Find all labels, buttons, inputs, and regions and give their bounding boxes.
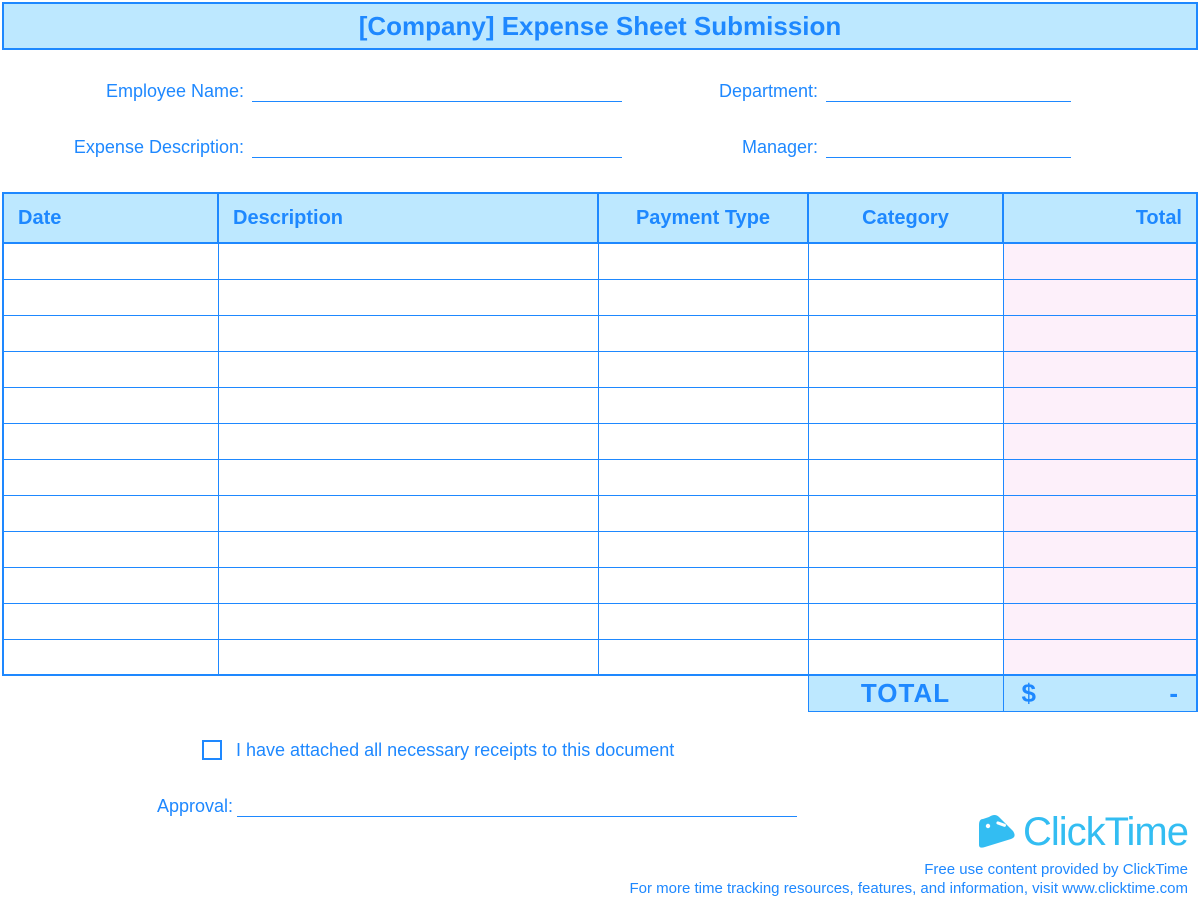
cell-total[interactable] — [1003, 423, 1197, 459]
cell-total[interactable] — [1003, 351, 1197, 387]
clicktime-icon — [977, 815, 1017, 849]
cell-payment_type[interactable] — [598, 603, 808, 639]
cell-category[interactable] — [808, 567, 1003, 603]
grand-total-value: $ - — [1003, 675, 1197, 711]
employee-name-input[interactable] — [252, 80, 622, 102]
table-row — [3, 315, 1197, 351]
cell-description[interactable] — [218, 495, 598, 531]
footer: ClickTime Free use content provided by C… — [629, 810, 1188, 897]
cell-date[interactable] — [3, 243, 218, 279]
page-title: [Company] Expense Sheet Submission — [2, 2, 1198, 50]
cell-date[interactable] — [3, 279, 218, 315]
cell-payment_type[interactable] — [598, 459, 808, 495]
cell-total[interactable] — [1003, 279, 1197, 315]
cell-payment_type[interactable] — [598, 279, 808, 315]
table-row — [3, 603, 1197, 639]
cell-total[interactable] — [1003, 603, 1197, 639]
table-row — [3, 279, 1197, 315]
cell-total[interactable] — [1003, 315, 1197, 351]
table-row — [3, 567, 1197, 603]
department-label: Department: — [702, 81, 822, 102]
table-row — [3, 639, 1197, 675]
cell-payment_type[interactable] — [598, 495, 808, 531]
brand-logo: ClickTime — [629, 810, 1188, 855]
expense-table: Date Description Payment Type Category T… — [2, 192, 1198, 712]
receipts-label: I have attached all necessary receipts t… — [236, 740, 674, 761]
footer-line-2: For more time tracking resources, featur… — [629, 880, 1188, 897]
table-row — [3, 243, 1197, 279]
cell-date[interactable] — [3, 315, 218, 351]
cell-date[interactable] — [3, 459, 218, 495]
cell-category[interactable] — [808, 423, 1003, 459]
cell-category[interactable] — [808, 315, 1003, 351]
col-category: Category — [808, 193, 1003, 243]
cell-category[interactable] — [808, 243, 1003, 279]
cell-description[interactable] — [218, 531, 598, 567]
grand-total-label: TOTAL — [808, 675, 1003, 711]
cell-date[interactable] — [3, 567, 218, 603]
cell-payment_type[interactable] — [598, 351, 808, 387]
header-fields: Employee Name: Department: Expense Descr… — [2, 50, 1198, 192]
cell-description[interactable] — [218, 639, 598, 675]
col-description: Description — [218, 193, 598, 243]
cell-payment_type[interactable] — [598, 567, 808, 603]
cell-description[interactable] — [218, 387, 598, 423]
cell-description[interactable] — [218, 423, 598, 459]
cell-description[interactable] — [218, 459, 598, 495]
col-date: Date — [3, 193, 218, 243]
expense-desc-label: Expense Description: — [33, 137, 248, 158]
table-row — [3, 459, 1197, 495]
table-row — [3, 423, 1197, 459]
manager-input[interactable] — [826, 136, 1071, 158]
table-row — [3, 495, 1197, 531]
col-total: Total — [1003, 193, 1197, 243]
cell-payment_type[interactable] — [598, 315, 808, 351]
cell-category[interactable] — [808, 495, 1003, 531]
receipts-checkbox[interactable] — [202, 740, 222, 760]
cell-description[interactable] — [218, 567, 598, 603]
cell-payment_type[interactable] — [598, 243, 808, 279]
cell-category[interactable] — [808, 639, 1003, 675]
table-row — [3, 351, 1197, 387]
cell-description[interactable] — [218, 279, 598, 315]
department-input[interactable] — [826, 80, 1071, 102]
brand-name: ClickTime — [1023, 810, 1188, 855]
cell-date[interactable] — [3, 423, 218, 459]
cell-date[interactable] — [3, 495, 218, 531]
expense-desc-input[interactable] — [252, 136, 622, 158]
cell-total[interactable] — [1003, 387, 1197, 423]
cell-total[interactable] — [1003, 567, 1197, 603]
cell-description[interactable] — [218, 603, 598, 639]
cell-total[interactable] — [1003, 639, 1197, 675]
cell-description[interactable] — [218, 243, 598, 279]
cell-date[interactable] — [3, 639, 218, 675]
footer-line-1: Free use content provided by ClickTime — [629, 861, 1188, 878]
cell-date[interactable] — [3, 387, 218, 423]
table-row — [3, 387, 1197, 423]
cell-payment_type[interactable] — [598, 423, 808, 459]
cell-date[interactable] — [3, 603, 218, 639]
employee-name-label: Employee Name: — [33, 81, 248, 102]
cell-category[interactable] — [808, 603, 1003, 639]
cell-payment_type[interactable] — [598, 531, 808, 567]
cell-category[interactable] — [808, 387, 1003, 423]
cell-date[interactable] — [3, 531, 218, 567]
approval-label: Approval: — [22, 796, 237, 817]
cell-payment_type[interactable] — [598, 387, 808, 423]
cell-category[interactable] — [808, 459, 1003, 495]
cell-date[interactable] — [3, 351, 218, 387]
cell-payment_type[interactable] — [598, 639, 808, 675]
table-row — [3, 531, 1197, 567]
cell-total[interactable] — [1003, 531, 1197, 567]
col-payment: Payment Type — [598, 193, 808, 243]
cell-category[interactable] — [808, 279, 1003, 315]
cell-category[interactable] — [808, 351, 1003, 387]
cell-total[interactable] — [1003, 495, 1197, 531]
cell-description[interactable] — [218, 315, 598, 351]
cell-category[interactable] — [808, 531, 1003, 567]
cell-total[interactable] — [1003, 243, 1197, 279]
cell-total[interactable] — [1003, 459, 1197, 495]
cell-description[interactable] — [218, 351, 598, 387]
manager-label: Manager: — [702, 137, 822, 158]
